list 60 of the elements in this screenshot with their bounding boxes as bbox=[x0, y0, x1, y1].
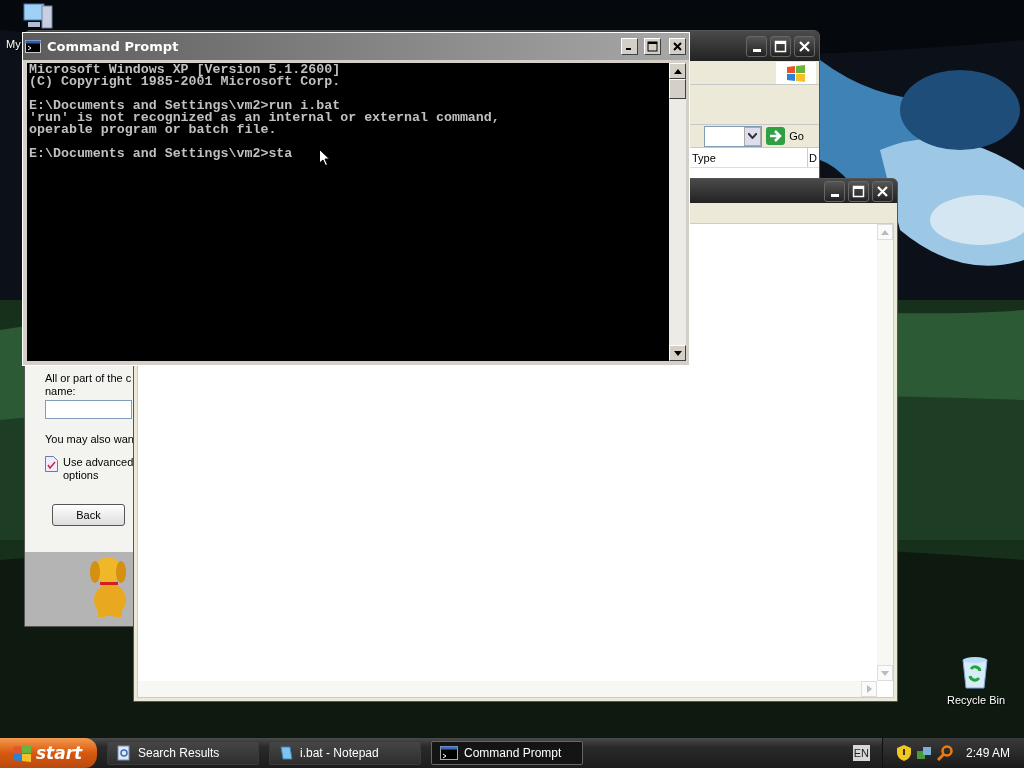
console-line: E:\Documents and Settings\vm2>run i.bat bbox=[29, 100, 341, 112]
console-line: E:\Documents and Settings\vm2>sta bbox=[29, 148, 293, 160]
network-icon[interactable] bbox=[915, 745, 932, 761]
close-button[interactable] bbox=[794, 35, 815, 57]
search-icon[interactable] bbox=[936, 745, 953, 761]
scroll-up-icon[interactable] bbox=[673, 68, 682, 74]
clock[interactable]: 2:49 AM bbox=[965, 746, 1010, 760]
search-document-icon bbox=[116, 745, 132, 761]
scroll-thumb[interactable] bbox=[669, 79, 686, 99]
taskbar-button[interactable]: i.bat - Notepad bbox=[269, 741, 421, 765]
maximize-icon bbox=[774, 39, 787, 53]
window-title: Command Prompt bbox=[47, 39, 180, 54]
option-link[interactable]: Use advanced bbox=[63, 456, 134, 469]
minimize-button[interactable] bbox=[746, 35, 767, 57]
console-icon bbox=[440, 746, 458, 760]
hint-text: You may also wan bbox=[45, 433, 134, 446]
address-field[interactable] bbox=[704, 125, 763, 147]
mouse-pointer-icon bbox=[319, 149, 330, 166]
console-line: (C) Copyright 1985-2001 Microsoft Corp. bbox=[29, 76, 341, 88]
recycle-bin-icon[interactable] bbox=[960, 656, 990, 690]
scroll-down-icon[interactable] bbox=[673, 350, 682, 356]
console-icon bbox=[25, 40, 41, 53]
field-label: name: bbox=[45, 385, 77, 398]
windows-logo-icon bbox=[12, 744, 32, 762]
close-icon bbox=[673, 42, 682, 51]
language-indicator[interactable]: EN bbox=[852, 745, 870, 761]
maximize-button[interactable] bbox=[770, 35, 791, 57]
desktop-icon-label[interactable]: My bbox=[6, 38, 21, 50]
close-button[interactable] bbox=[872, 180, 893, 202]
minimize-icon bbox=[752, 48, 761, 52]
notepad-icon bbox=[278, 745, 294, 761]
maximize-icon bbox=[852, 184, 865, 198]
console-line: operable program or batch file. bbox=[29, 124, 277, 136]
maximize-button[interactable] bbox=[848, 180, 869, 202]
caret-icon bbox=[748, 133, 758, 139]
option-link[interactable]: options bbox=[63, 469, 134, 482]
minimize-icon bbox=[830, 193, 839, 197]
field-label: All or part of the c bbox=[45, 372, 133, 385]
start-button[interactable]: start bbox=[0, 738, 97, 768]
computer-icon[interactable] bbox=[22, 2, 54, 30]
console-line: Microsoft Windows XP [Version 5.1.2600] bbox=[29, 64, 341, 76]
document-check-icon[interactable] bbox=[45, 456, 58, 472]
taskbar-button[interactable]: Command Prompt bbox=[431, 741, 583, 765]
go-button[interactable]: Go bbox=[766, 127, 816, 145]
dropdown-button[interactable] bbox=[744, 126, 762, 146]
taskbar-button[interactable]: Search Results bbox=[107, 741, 259, 765]
close-icon bbox=[798, 39, 811, 53]
windows-logo-icon bbox=[786, 63, 806, 82]
console-line: 'run' is not recognized as an internal or external command, bbox=[29, 112, 500, 124]
desktop-icon-label[interactable]: Recycle Bin bbox=[947, 694, 1006, 706]
minimize-button[interactable] bbox=[824, 180, 845, 202]
back-button[interactable]: Back bbox=[52, 504, 125, 526]
arrow-right-icon bbox=[766, 127, 786, 145]
maximize-icon bbox=[647, 41, 658, 52]
column-header[interactable]: D bbox=[808, 148, 818, 167]
horizontal-scrollbar[interactable] bbox=[138, 681, 877, 697]
close-icon bbox=[876, 184, 889, 198]
name-field[interactable] bbox=[45, 400, 132, 419]
vertical-scrollbar[interactable] bbox=[669, 63, 686, 361]
shield-icon[interactable] bbox=[896, 745, 911, 761]
